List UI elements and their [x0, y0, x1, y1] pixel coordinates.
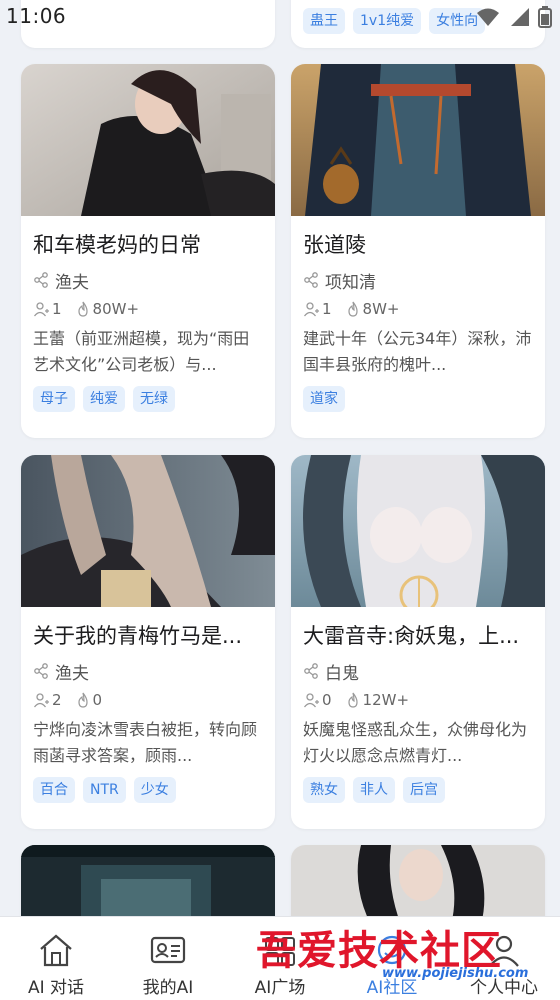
cover-image — [21, 455, 275, 607]
screen: 11:06 蛊王 1v1纯爱 女性向 和车模老妈的日常 渔夫 1 80W+ 王蕾… — [0, 0, 560, 1000]
share-icon — [34, 663, 48, 679]
heat-count-value: 8W+ — [362, 300, 400, 318]
tag[interactable]: NTR — [83, 777, 126, 803]
character-card[interactable]: 张道陵 项知清 1 8W+ 建武十年（公元34年）深秋，沛国丰县张府的槐叶...… — [291, 64, 545, 438]
flame-icon — [347, 301, 358, 317]
flame-icon — [77, 301, 88, 317]
share-icon — [304, 272, 318, 288]
nav-label: AI广场 — [254, 978, 306, 998]
user-count-value: 1 — [52, 300, 62, 318]
home-icon — [40, 934, 72, 967]
author-name: 项知清 — [325, 272, 376, 293]
stats-row: 1 8W+ — [303, 298, 533, 320]
cover-image — [21, 64, 275, 216]
author-name: 渔夫 — [55, 663, 89, 684]
nav-item-ai-chat[interactable]: AI 对话 — [0, 917, 112, 1000]
nav-item-my-ai[interactable]: 我的AI — [112, 917, 224, 1000]
plaza-icon — [265, 937, 295, 966]
user-count: 1 — [303, 300, 332, 318]
stats-row: 2 0 — [33, 689, 263, 711]
user-count: 0 — [303, 691, 332, 709]
nav-item-ai-plaza[interactable]: AI广场 — [224, 917, 336, 1000]
community-icon — [377, 935, 407, 965]
tag[interactable]: 无绿 — [133, 386, 175, 412]
heat-count-value: 80W+ — [92, 300, 140, 318]
tag[interactable]: 非人 — [353, 777, 395, 803]
heat-count: 80W+ — [76, 300, 140, 318]
author-row: 渔夫 — [33, 268, 263, 293]
character-card[interactable]: 和车模老妈的日常 渔夫 1 80W+ 王蕾（前亚洲超模，现为“雨田艺术文化”公司… — [21, 64, 275, 438]
cover-image — [291, 455, 545, 607]
heat-count: 12W+ — [346, 691, 410, 709]
user-count: 2 — [33, 691, 62, 709]
tag-list: 熟女 非人 后宫 — [303, 777, 533, 803]
nav-label: 我的AI — [142, 978, 194, 998]
tag[interactable]: 女性向 — [429, 8, 486, 34]
user-count: 1 — [33, 300, 62, 318]
character-card-partial[interactable] — [291, 845, 545, 925]
card-description: 宁烨向凌沐雪表白被拒，转向顾雨菡寻求答案，顾雨... — [33, 720, 258, 765]
tag[interactable]: 纯爱 — [83, 386, 125, 412]
stats-row: 0 12W+ — [303, 689, 533, 711]
tag-list: 道家 — [303, 386, 533, 412]
character-card[interactable]: 关于我的青梅竹马是... 渔夫 2 0 宁烨向凌沐雪表白被拒，转向顾雨菡寻求答案… — [21, 455, 275, 829]
flame-icon — [77, 692, 88, 708]
nav-label: AI社区 — [366, 978, 418, 998]
tag[interactable]: 蛊王 — [303, 8, 345, 34]
cover-image — [291, 845, 545, 925]
flame-icon — [347, 692, 358, 708]
user-count-value: 1 — [322, 300, 332, 318]
tag[interactable]: 熟女 — [303, 777, 345, 803]
nav-label: 个人中心 — [470, 978, 538, 998]
user-icon — [33, 693, 49, 708]
nav-item-ai-community[interactable]: AI社区 — [336, 917, 448, 1000]
card-title: 大雷音寺:肏妖鬼，上... — [303, 624, 520, 648]
author-row: 渔夫 — [33, 659, 263, 684]
user-count-value: 0 — [322, 691, 332, 709]
user-icon — [33, 302, 49, 317]
tag[interactable]: 1v1纯爱 — [353, 8, 422, 34]
tag-list: 母子 纯爱 无绿 — [33, 386, 263, 412]
card-title: 张道陵 — [303, 233, 366, 257]
stats-row: 1 80W+ — [33, 298, 263, 320]
card-title: 关于我的青梅竹马是... — [33, 624, 243, 648]
author-name: 白鬼 — [325, 663, 359, 684]
user-icon — [303, 302, 319, 317]
id-card-icon — [150, 936, 186, 964]
tag[interactable]: 少女 — [133, 777, 176, 803]
author-row: 项知清 — [303, 268, 533, 293]
heat-count: 8W+ — [346, 300, 400, 318]
card-partial-top-right[interactable]: 蛊王 1v1纯爱 女性向 — [291, 0, 545, 48]
tag[interactable]: 百合 — [33, 777, 75, 803]
cover-image — [21, 845, 275, 925]
card-partial-top-left[interactable] — [21, 0, 275, 48]
author-row: 白鬼 — [303, 659, 533, 684]
tag[interactable]: 道家 — [303, 386, 345, 412]
card-description: 王蕾（前亚洲超模，现为“雨田艺术文化”公司老板）与... — [33, 329, 250, 374]
tag-list: 百合 NTR 少女 — [33, 777, 263, 803]
card-title: 和车模老妈的日常 — [33, 233, 201, 257]
card-description: 建武十年（公元34年）深秋，沛国丰县张府的槐叶... — [303, 329, 532, 374]
tag-list: 蛊王 1v1纯爱 女性向 — [303, 8, 486, 34]
character-card[interactable]: 大雷音寺:肏妖鬼，上... 白鬼 0 12W+ 妖魔鬼怪惑乱众生，众佛母化为灯火… — [291, 455, 545, 829]
heat-count-value: 12W+ — [362, 691, 410, 709]
user-icon — [489, 935, 519, 967]
nav-label: AI 对话 — [27, 978, 85, 998]
cover-image — [291, 64, 545, 216]
user-count-value: 2 — [52, 691, 62, 709]
card-description: 妖魔鬼怪惑乱众生，众佛母化为灯火以愿念点燃青灯... — [303, 720, 528, 765]
character-card-partial[interactable] — [21, 845, 275, 925]
nav-item-profile[interactable]: 个人中心 — [448, 917, 560, 1000]
bottom-navigation: AI 对话 我的AI AI广场 AI社区 个人中心 — [0, 916, 560, 1000]
heat-count: 0 — [76, 691, 103, 709]
share-icon — [304, 663, 318, 679]
author-name: 渔夫 — [55, 272, 89, 293]
tag[interactable]: 后宫 — [403, 777, 445, 803]
tag[interactable]: 母子 — [33, 386, 75, 412]
share-icon — [34, 272, 48, 288]
user-icon — [303, 693, 319, 708]
heat-count-value: 0 — [92, 691, 103, 709]
